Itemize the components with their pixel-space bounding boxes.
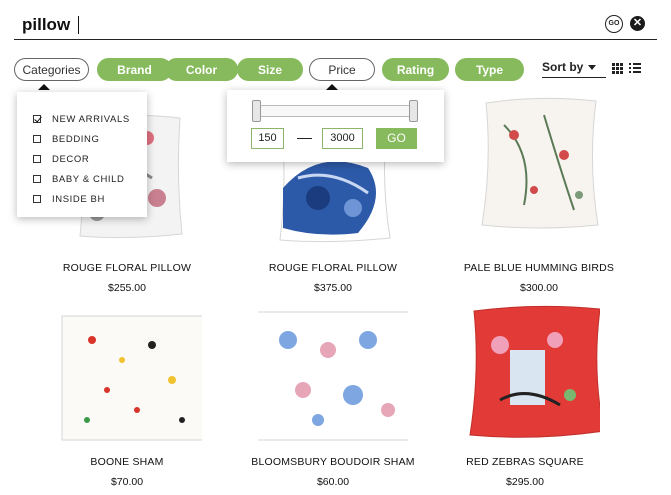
category-decor[interactable]: DECOR: [17, 149, 147, 169]
product-price: $295.00: [506, 476, 544, 488]
filter-type-button[interactable]: Type: [455, 58, 524, 81]
filter-categories-button[interactable]: Categories: [14, 58, 89, 81]
checkbox[interactable]: [33, 135, 41, 143]
product-price: $70.00: [110, 476, 144, 488]
price-min-handle[interactable]: [252, 100, 261, 122]
category-bedding[interactable]: BEDDING: [17, 129, 147, 149]
product-price: $255.00: [108, 282, 146, 294]
text-caret: [78, 16, 79, 34]
filter-size-button[interactable]: Size: [237, 58, 303, 81]
price-max-input[interactable]: 3000: [322, 128, 363, 149]
product-image[interactable]: [464, 95, 614, 230]
price-range-separator: [297, 138, 312, 139]
filter-brand-button[interactable]: Brand: [97, 58, 172, 81]
category-inside-bh[interactable]: INSIDE BH: [17, 189, 147, 209]
grid-view-icon[interactable]: [612, 63, 623, 74]
price-max-handle[interactable]: [409, 100, 418, 122]
category-baby-child[interactable]: BABY & CHILD: [17, 169, 147, 189]
sort-by-dropdown[interactable]: Sort by: [542, 60, 606, 78]
filter-price-button[interactable]: Price: [309, 58, 375, 81]
product-name[interactable]: BLOOMSBURY BOUDOIR SHAM: [238, 456, 428, 468]
product-name[interactable]: ROUGE FLORAL PILLOW: [32, 262, 222, 274]
filter-rating-button[interactable]: Rating: [382, 58, 449, 81]
checkbox[interactable]: [33, 195, 41, 203]
checkbox[interactable]: [33, 155, 41, 163]
price-go-button[interactable]: GO: [376, 128, 417, 149]
product-name[interactable]: PALE BLUE HUMMING BIRDS: [444, 262, 634, 274]
product-price: $300.00: [520, 282, 558, 294]
categories-dropdown-arrow: [38, 84, 50, 90]
product-image[interactable]: [52, 310, 202, 445]
price-min-input[interactable]: 150: [251, 128, 284, 149]
chevron-down-icon: [588, 65, 597, 71]
product-name[interactable]: BOONE SHAM: [32, 456, 222, 468]
price-range-slider[interactable]: [256, 105, 417, 117]
filter-color-button[interactable]: Color: [165, 58, 238, 81]
product-image[interactable]: [450, 305, 600, 440]
categories-dropdown: NEW ARRIVALS BEDDING DECOR BABY & CHILD …: [17, 92, 147, 217]
product-name[interactable]: RED ZEBRAS SQUARE: [430, 456, 620, 468]
search-go-button[interactable]: GO: [605, 15, 623, 33]
product-price: $60.00: [316, 476, 350, 488]
sort-by-label: Sort by: [542, 60, 584, 74]
product-image[interactable]: [258, 310, 408, 445]
list-view-icon[interactable]: [629, 63, 641, 74]
category-new-arrivals[interactable]: NEW ARRIVALS: [17, 109, 147, 129]
checkbox-checked[interactable]: [33, 115, 41, 123]
product-name[interactable]: ROUGE FLORAL PILLOW: [238, 262, 428, 274]
clear-search-icon[interactable]: ✕: [630, 16, 645, 31]
product-price: $375.00: [314, 282, 352, 294]
search-input[interactable]: [22, 13, 582, 37]
price-dropdown: 150 3000 GO: [227, 90, 444, 162]
search-bar: GO ✕: [14, 8, 657, 40]
checkbox[interactable]: [33, 175, 41, 183]
